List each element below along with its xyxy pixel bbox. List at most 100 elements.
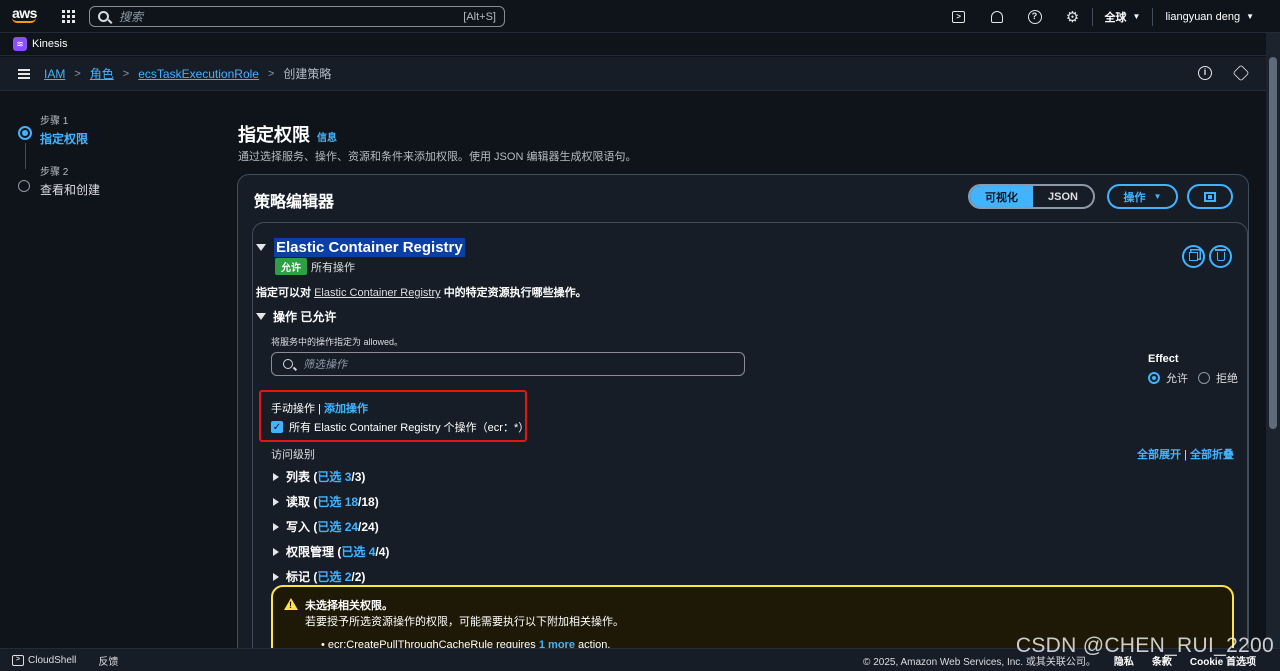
region-label: 全球 [1104,11,1127,24]
account-menu[interactable]: liangyuan deng ▼ [1152,7,1280,26]
region-selector[interactable]: 全球 ▼ [1091,7,1153,26]
alert-title: 未选择相关权限。 [305,600,393,612]
add-actions-link[interactable]: 添加操作 [324,403,368,415]
top-icons: > ? ⚙ 全球 ▼ liangyuan deng ▼ [940,0,1280,33]
manual-prefix: 手动操作 | [271,403,321,415]
settings-hex-icon[interactable] [1232,64,1250,82]
statement-spec: 指定可以对 Elastic Container Registry 中的特定资源执… [256,284,587,300]
page-title: 指定权限 [238,125,310,145]
editor-mode-toggle: 可视化 JSON [968,184,1095,209]
notifications-button[interactable] [978,0,1016,33]
policy-editor: 策略编辑器 可视化 JSON 操作 ▼ Elastic Container Re… [237,174,1249,670]
all-actions-checkbox[interactable]: ✓ [271,421,283,433]
access-level-read[interactable]: 读取 (已选 18/18) [273,489,389,514]
level-total: /2) [351,570,366,584]
step-inactive-icon [18,180,30,192]
actions-button[interactable]: 操作 ▼ [1107,184,1178,209]
expand-right-icon [273,522,279,531]
all-actions-option[interactable]: ✓ 所有 Elastic Container Registry 个操作（ecr：… [271,419,529,435]
help-icon: ? [1027,9,1042,24]
gear-icon: ⚙ [1065,8,1080,26]
breadcrumb: IAM > 角色 > ecsTaskExecutionRole > 创建策略 [44,65,331,82]
chevron-right-icon: > [267,67,275,80]
manual-actions: 手动操作 | 添加操作 [271,400,368,416]
cloudshell-icon: > [952,10,966,23]
step-1[interactable]: 步骤 1 指定权限 [18,112,100,147]
step-name: 查看和创建 [40,183,101,197]
panel-toggle-button[interactable] [1187,184,1233,209]
caret-down-icon: ▼ [1153,192,1162,201]
actions-label: 操作 [1123,191,1146,204]
search-input[interactable]: 搜索 [Alt+S] [89,6,505,27]
effect-group: Effect 允许 拒绝 [1148,353,1238,386]
filter-actions-input[interactable]: 筛选操作 [271,352,745,376]
info-link[interactable]: 信息 [317,129,337,144]
level-selected: 已选 24 [317,520,359,534]
settings-button[interactable]: ⚙ [1054,0,1092,33]
filter-placeholder: 筛选操作 [303,359,347,371]
effect-deny-radio[interactable] [1198,372,1210,384]
alert-body: 若要授予所选资源操作的权限，可能需要执行以下附加相关操作。 [305,616,624,628]
help-button[interactable]: ? [1016,0,1054,33]
actions-section-header[interactable]: 操作 已允许 [256,308,336,325]
level-total: /18) [358,495,379,509]
level-selected: 已选 4 [341,545,376,559]
warning-icon [284,598,298,610]
expand-all-link[interactable]: 全部展开 [1137,449,1181,461]
access-level-write[interactable]: 写入 (已选 24/24) [273,514,389,539]
page-description: 通过选择服务、操作、资源和条件来添加权限。使用 JSON 编辑器生成权限语句。 [238,151,637,163]
breadcrumb-bar: IAM > 角色 > ecsTaskExecutionRole > 创建策略 i [0,57,1266,91]
info-icon[interactable]: i [1198,66,1212,80]
chevron-right-icon: > [74,67,81,80]
access-level-permissions[interactable]: 权限管理 (已选 4/4) [273,539,389,564]
service-shortcut-kinesis[interactable]: Kinesis [32,38,67,50]
caret-down-icon: ▼ [1246,12,1254,21]
level-selected: 已选 3 [317,470,352,484]
aws-logo-text: aws [12,5,37,21]
search-icon [283,359,293,369]
service-favorites-bar: ≋ Kinesis [0,33,1280,56]
actions-hint: 将服务中的操作指定为 allowed。 [271,337,404,347]
breadcrumb-iam[interactable]: IAM [44,67,65,81]
services-grid-icon[interactable] [62,10,75,23]
toggle-json[interactable]: JSON [1033,186,1093,207]
level-total: /4) [375,545,390,559]
access-levels: 列表 (已选 3/3) 读取 (已选 18/18) 写入 (已选 24/24) … [273,464,389,589]
account-name: liangyuan deng [1165,10,1241,23]
toggle-visual[interactable]: 可视化 [970,186,1033,207]
access-level-list[interactable]: 列表 (已选 3/3) [273,464,389,489]
effect-allow-radio[interactable] [1148,372,1160,384]
delete-button[interactable] [1209,245,1232,268]
aws-logo[interactable]: aws [12,6,40,28]
breadcrumb-role[interactable]: ecsTaskExecutionRole [138,67,259,81]
expand-right-icon [273,472,279,481]
search-icon [98,11,109,22]
page-scrollbar[interactable] [1266,33,1280,648]
level-name: 读取 [286,495,311,509]
footer-cloudshell[interactable]: CloudShell [28,655,76,666]
effect-allow-label: 允许 [1166,373,1188,385]
menu-icon[interactable] [18,68,30,79]
trash-icon [1214,249,1226,261]
cloudshell-button[interactable]: > [940,0,978,33]
copy-icon [1189,252,1198,261]
breadcrumb-tools: i [1198,64,1250,82]
separator: | [1184,449,1187,461]
breadcrumb-roles[interactable]: 角色 [90,65,114,82]
level-name: 写入 [286,520,311,534]
expand-right-icon [273,572,279,581]
wizard-steps: 步骤 1 指定权限 步骤 2 查看和创建 [18,112,100,198]
scrollbar-thumb[interactable] [1269,57,1277,429]
actions-heading: 操作 已允许 [273,310,337,324]
breadcrumb-current: 创建策略 [283,67,332,81]
level-selected: 已选 2 [317,570,352,584]
spec-suffix: 中的特定资源执行哪些操作。 [443,287,587,299]
step-2[interactable]: 步骤 2 查看和创建 [18,163,100,198]
collapse-all-link[interactable]: 全部折叠 [1190,449,1234,461]
statement-header[interactable]: Elastic Container Registry [256,238,465,257]
top-navigation: aws 搜索 [Alt+S] > ? ⚙ 全球 ▼ liangyuan deng… [0,0,1280,33]
duplicate-button[interactable] [1182,245,1205,268]
level-name: 列表 [286,470,311,484]
footer-feedback[interactable]: 反馈 [98,653,118,668]
step-number: 步骤 1 [40,116,69,127]
